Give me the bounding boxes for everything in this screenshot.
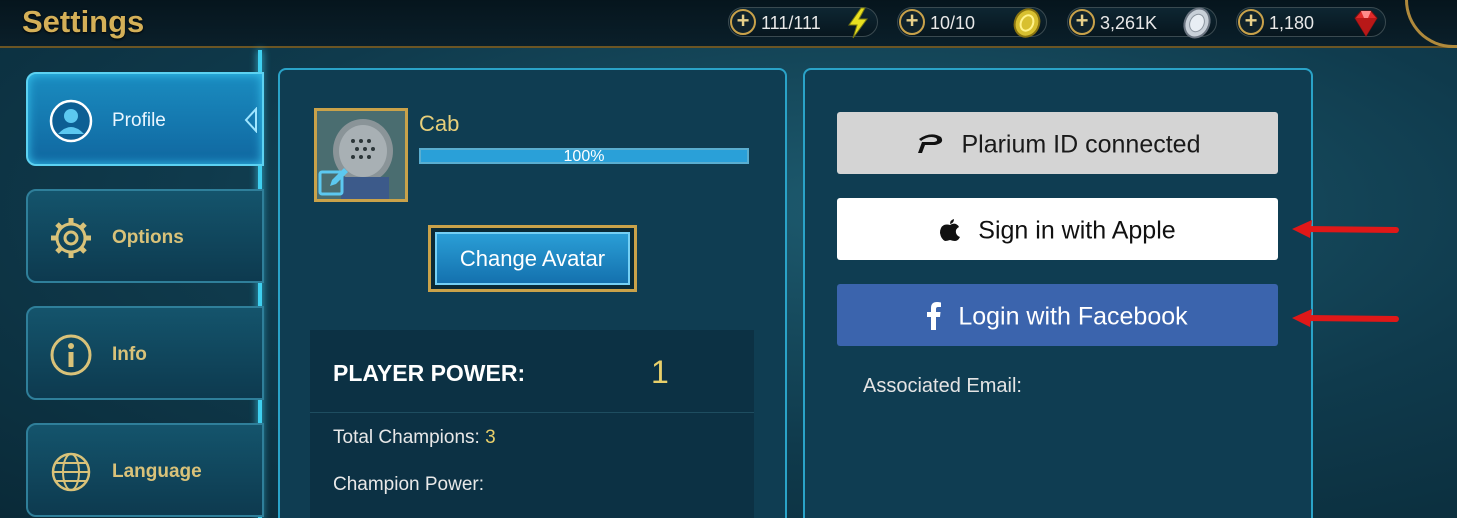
silver-value: 3,261K [1100,13,1158,33]
sidebar-item-label: Options [112,227,184,248]
progress-text: 100% [563,148,605,165]
player-power-header: PLAYER POWER: 1 [310,330,754,413]
corner-ornament [1405,0,1457,48]
player-power-box: PLAYER POWER: 1 Total Champions: 3 Champ… [310,330,754,518]
add-gems-button[interactable]: + [1238,9,1264,35]
energy-counter[interactable]: + 111/111 [728,7,878,39]
apple-logo-icon [940,219,961,242]
gems-counter[interactable]: + 1,180 [1236,7,1386,37]
player-name: Cab [419,111,460,136]
info-icon [50,334,92,376]
sidebar-item-label: Info [112,344,147,365]
edit-icon[interactable] [318,166,350,198]
keys-counter[interactable]: + 10/10 [897,7,1047,38]
globe-icon [51,452,91,492]
annotation-arrow-left [1292,309,1399,327]
sidebar-item-info[interactable]: Info [26,306,264,400]
plarium-id-label: Plarium ID connected [961,130,1201,159]
add-energy-button[interactable]: + [730,9,756,35]
total-champions-value: 3 [485,427,496,448]
energy-bolt-icon [848,7,868,39]
gold-key-icon [1013,8,1041,38]
user-icon [49,99,93,143]
sign-in-apple-label: Sign in with Apple [978,216,1176,245]
change-avatar-button[interactable]: Change Avatar [428,225,637,292]
ruby-gem-icon [1354,10,1378,37]
player-power-value: 1 [651,354,669,390]
level-progress-bar: 100% [419,148,749,165]
plarium-logo-icon [917,134,942,154]
sign-in-apple-button[interactable]: Sign in with Apple [837,198,1278,260]
annotation-arrow-left [1292,220,1399,238]
login-facebook-label: Login with Facebook [958,302,1188,331]
silver-coin-icon [1183,7,1211,39]
silver-counter[interactable]: + 3,261K [1067,7,1217,39]
gear-icon [51,218,91,258]
energy-value: 111/111 [761,13,821,33]
plarium-id-button[interactable]: Plarium ID connected [837,112,1278,174]
chevron-left-icon [244,107,257,133]
player-power-label: PLAYER POWER: [333,360,526,386]
facebook-logo-icon [927,302,942,331]
page-title: Settings [22,4,145,39]
sidebar-item-profile[interactable]: Profile [26,72,264,166]
sidebar-item-label: Language [112,461,202,482]
sidebar-item-options[interactable]: Options [26,189,264,283]
login-facebook-button[interactable]: Login with Facebook [837,284,1278,346]
total-champions-label: Total Champions: [333,427,480,448]
gems-value: 1,180 [1269,13,1315,33]
associated-email-label: Associated Email: [863,375,1022,397]
sidebar-item-language[interactable]: Language [26,423,264,517]
sidebar-item-label: Profile [112,110,166,131]
total-champions-row: Total Champions: 3 [333,427,496,449]
champion-power-label: Champion Power: [333,474,485,495]
keys-value: 10/10 [930,13,976,33]
add-keys-button[interactable]: + [899,9,925,35]
change-avatar-label: Change Avatar [435,232,630,285]
top-bar: Settings + 111/111 + 10/10 + 3,261K + 1,… [0,0,1457,48]
add-silver-button[interactable]: + [1069,9,1095,35]
